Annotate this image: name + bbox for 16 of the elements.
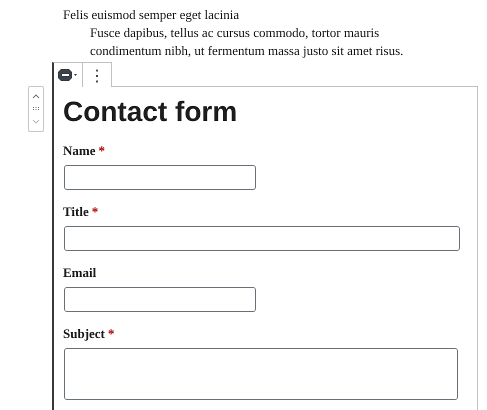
list-subitem: Fusce dapibus, tellus ac cursus commodo, tortor mauris condimentum nibh, ut fermentum massa justo sit amet risus. <box>89 24 404 60</box>
input-field[interactable] <box>64 226 460 251</box>
block-type-icon <box>58 68 78 82</box>
text-area[interactable] <box>64 348 458 400</box>
field-label: Email <box>63 265 96 281</box>
list-item: Felis euismod semper eget lacinia <box>63 6 240 24</box>
required-mark: * <box>98 143 105 159</box>
field-label: Name <box>63 143 96 159</box>
input-field[interactable] <box>64 165 256 190</box>
form-title: Contact form <box>63 95 238 129</box>
required-mark: * <box>108 326 114 342</box>
input-field[interactable] <box>64 287 256 312</box>
required-mark: * <box>92 204 98 220</box>
field-label: Subject <box>63 326 105 342</box>
field-label: Title <box>63 204 89 220</box>
move-up-icon[interactable] <box>32 92 40 99</box>
